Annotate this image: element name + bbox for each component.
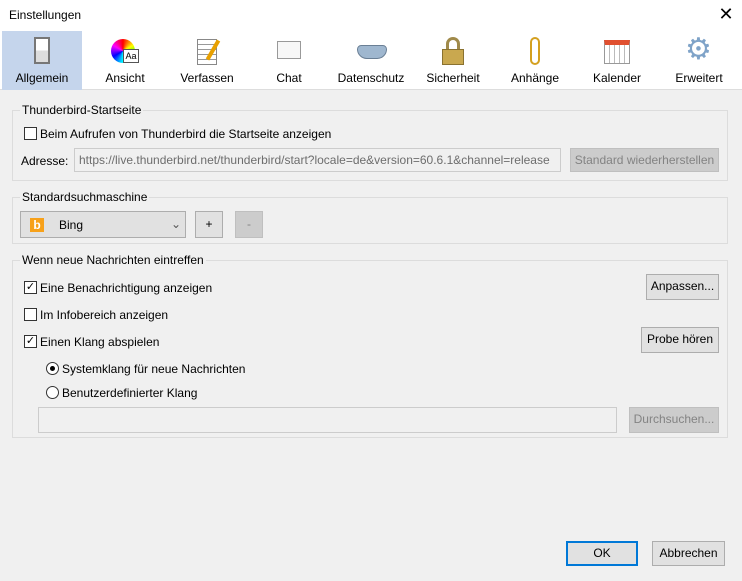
- system-sound-label: Systemklang für neue Nachrichten: [62, 362, 246, 376]
- group-legend: Standardsuchmaschine: [20, 190, 150, 204]
- customize-button[interactable]: Anpassen...: [646, 274, 719, 300]
- sound-label: Einen Klang abspielen: [40, 335, 160, 349]
- tab-verfassen[interactable]: Verfassen: [167, 31, 247, 90]
- browse-button[interactable]: Durchsuchen...: [629, 407, 719, 433]
- remove-engine-button[interactable]: -: [235, 211, 263, 238]
- tray-checkbox[interactable]: [24, 308, 37, 321]
- sound-checkbox[interactable]: ✓: [24, 335, 37, 348]
- address-label: Adresse:: [21, 154, 69, 168]
- custom-sound-label: Benutzerdefinierter Klang: [62, 386, 198, 400]
- address-input[interactable]: https://live.thunderbird.net/thunderbird…: [74, 148, 561, 172]
- close-icon[interactable]: ✕: [716, 4, 736, 25]
- show-startpage-label: Beim Aufrufen von Thunderbird die Starts…: [40, 127, 332, 141]
- search-engine-select[interactable]: b Bing ⌄: [20, 211, 186, 238]
- compose-icon: [193, 37, 221, 65]
- tab-label: Datenschutz: [337, 71, 405, 85]
- paperclip-icon: [521, 37, 549, 65]
- group-legend: Wenn neue Nachrichten eintreffen: [20, 253, 206, 267]
- tab-sicherheit[interactable]: Sicherheit: [413, 31, 493, 90]
- preview-sound-button[interactable]: Probe hören: [641, 327, 719, 353]
- tab-erweitert[interactable]: ⚙ Erweitert: [659, 31, 739, 90]
- tab-label: Ansicht: [105, 71, 145, 85]
- new-mail-group: Wenn neue Nachrichten eintreffen ✓ Eine …: [12, 253, 728, 438]
- show-startpage-checkbox[interactable]: [24, 127, 37, 140]
- tab-ansicht[interactable]: Aa Ansicht: [85, 31, 165, 90]
- tab-datenschutz[interactable]: Datenschutz: [331, 31, 411, 90]
- title-bar: Einstellungen ✕: [0, 0, 742, 31]
- sound-file-input[interactable]: [38, 407, 617, 433]
- tab-allgemein[interactable]: Allgemein: [2, 31, 82, 90]
- window-title: Einstellungen: [9, 8, 82, 22]
- chat-bubble-icon: [275, 37, 303, 65]
- tab-label: Sicherheit: [426, 71, 480, 85]
- color-wheel-icon: Aa: [111, 37, 139, 65]
- tab-label: Erweitert: [675, 71, 723, 85]
- tab-anhaenge[interactable]: Anhänge: [495, 31, 575, 90]
- search-engine-group: Standardsuchmaschine b Bing ⌄ + -: [12, 190, 728, 244]
- selected-engine: Bing: [59, 218, 84, 232]
- custom-sound-radio[interactable]: [46, 386, 59, 399]
- calendar-icon: [603, 37, 631, 65]
- tray-label: Im Infobereich anzeigen: [40, 308, 169, 322]
- restore-default-button[interactable]: Standard wiederherstellen: [570, 148, 719, 172]
- tab-label: Chat: [276, 71, 302, 85]
- tab-label: Anhänge: [510, 71, 560, 85]
- cancel-button[interactable]: Abbrechen: [652, 541, 725, 566]
- padlock-icon: [439, 37, 467, 65]
- ok-button[interactable]: OK: [566, 541, 638, 566]
- group-legend: Thunderbird-Startseite: [20, 103, 144, 117]
- tab-chat[interactable]: Chat: [249, 31, 329, 90]
- tab-kalender[interactable]: Kalender: [577, 31, 657, 90]
- add-engine-button[interactable]: +: [195, 211, 223, 238]
- tab-label: Allgemein: [15, 71, 69, 85]
- switch-icon: [28, 37, 56, 65]
- notify-checkbox[interactable]: ✓: [24, 281, 37, 294]
- startpage-group: Thunderbird-Startseite Beim Aufrufen von…: [12, 103, 728, 181]
- notify-label: Eine Benachrichtigung anzeigen: [40, 281, 213, 295]
- tab-label: Kalender: [592, 71, 642, 85]
- category-toolbar: Allgemein Aa Ansicht Verfassen Chat Date…: [0, 31, 742, 90]
- bing-icon: b: [30, 218, 44, 232]
- system-sound-radio[interactable]: [46, 362, 59, 375]
- chevron-down-icon: ⌄: [171, 217, 182, 231]
- gear-icon: ⚙: [685, 33, 712, 66]
- tab-label: Verfassen: [180, 71, 234, 85]
- mask-icon: [357, 37, 387, 65]
